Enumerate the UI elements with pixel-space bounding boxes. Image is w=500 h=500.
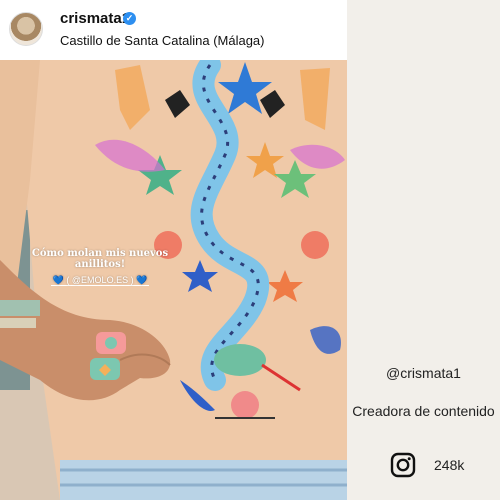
avatar[interactable] — [9, 12, 43, 46]
profile-role: Creadora de contenido — [352, 403, 495, 419]
story-tag-text: 💙 ( @EMOLO.ES ) 💙 — [50, 275, 150, 286]
profile-handle[interactable]: @crismata1 — [347, 365, 500, 381]
story-caption: Cómo molan mis nuevos anillitos! — [31, 248, 169, 270]
post-location[interactable]: Castillo de Santa Catalina (Málaga) — [60, 33, 265, 48]
verified-badge-icon: ✓ — [123, 12, 136, 25]
profile-card: @crismata1 Creadora de contenido 248k — [347, 0, 500, 500]
follower-count: 248k — [434, 457, 465, 473]
instagram-icon — [390, 452, 416, 478]
post-username[interactable]: crismata1 — [60, 10, 130, 27]
post-photo: Cómo molan mis nuevos anillitos! 💙 ( @EM… — [0, 60, 347, 500]
follower-stats: 248k — [390, 452, 490, 480]
story-mention-tag[interactable]: 💙 ( @EMOLO.ES ) 💙 — [40, 275, 160, 286]
post-header: crismata1 ✓ Castillo de Santa Catalina (… — [0, 0, 347, 60]
instagram-post: crismata1 ✓ Castillo de Santa Catalina (… — [0, 0, 347, 500]
